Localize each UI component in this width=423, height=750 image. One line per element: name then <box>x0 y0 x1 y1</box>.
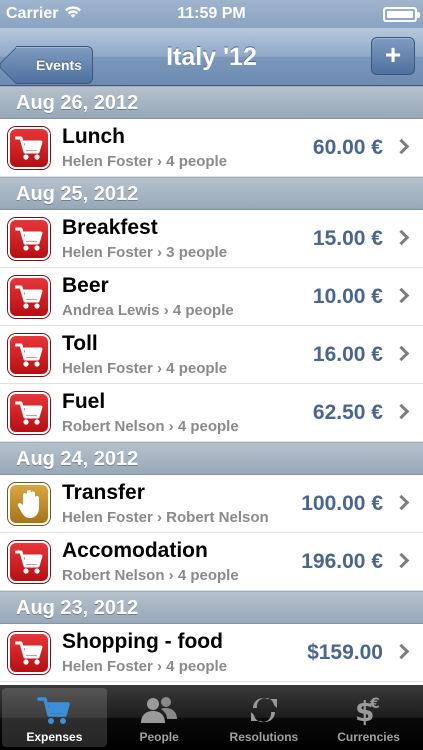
expense-row[interactable]: Toll Helen Foster › 4 people 16.00 € <box>0 326 423 384</box>
tab-bar: Expenses People Resolutions $ € Currencies <box>0 685 423 750</box>
expense-row[interactable]: Lunch Helen Foster › 4 people 60.00 € <box>0 119 423 177</box>
cart-icon <box>8 541 50 583</box>
chevron-right-icon <box>393 287 410 304</box>
chevron-right-icon <box>393 643 410 660</box>
tab-label: Currencies <box>337 730 400 744</box>
svg-text:€: € <box>369 696 380 712</box>
section-header-date: Aug 26, 2012 <box>0 86 423 119</box>
expense-subtitle: Helen Foster › 4 people <box>62 153 228 170</box>
add-expense-button[interactable]: + <box>371 37 415 75</box>
back-button-events[interactable]: Events <box>16 46 93 84</box>
expense-amount: 10.00 € <box>312 285 383 308</box>
expense-amount: 100.00 € <box>301 492 383 515</box>
cart-icon <box>8 218 50 260</box>
expense-subtitle: Andrea Lewis › 4 people <box>62 302 234 319</box>
expense-row[interactable]: Fuel Robert Nelson › 4 people 62.50 € <box>0 384 423 442</box>
expense-title: Transfer <box>62 481 145 504</box>
expense-title: Toll <box>62 332 98 355</box>
status-bar: Carrier 11:59 PM <box>0 0 423 28</box>
chevron-right-icon <box>393 138 410 155</box>
expense-amount: 16.00 € <box>312 343 383 366</box>
tab-expenses[interactable]: Expenses <box>2 688 107 747</box>
tab-label: People <box>139 730 179 744</box>
hand-icon <box>8 483 50 525</box>
tab-label: Resolutions <box>229 730 299 744</box>
expense-amount: $159.00 <box>307 641 383 664</box>
expense-amount: 196.00 € <box>301 550 383 573</box>
expense-title: Accomodation <box>62 539 208 562</box>
wifi-icon <box>64 5 82 24</box>
tab-label: Expenses <box>26 730 83 744</box>
navigation-bar: Events Italy '12 + <box>0 28 423 86</box>
expense-title: Beer <box>62 274 109 297</box>
expense-subtitle: Helen Foster › 4 people <box>62 658 228 675</box>
cart-icon <box>8 392 50 434</box>
expense-row[interactable]: Shopping - food Helen Foster › 4 people $1… <box>0 624 423 682</box>
expense-subtitle: Robert Nelson › 4 people <box>62 418 239 435</box>
battery-icon <box>383 6 420 22</box>
cart-icon <box>8 334 50 376</box>
expense-subtitle: Robert Nelson › 4 people <box>62 567 239 584</box>
arrows-icon <box>249 692 279 728</box>
section-header-date: Aug 25, 2012 <box>0 177 423 210</box>
chevron-right-icon <box>393 403 410 420</box>
expense-subtitle: Helen Foster › 3 people <box>62 244 228 261</box>
tab-resolutions[interactable]: Resolutions <box>212 688 317 747</box>
expense-title: Shopping - food <box>62 630 223 653</box>
tab-people[interactable]: People <box>107 688 212 747</box>
expense-subtitle: Helen Foster › Robert Nelson <box>62 509 269 526</box>
currency-icon: $ € <box>352 692 386 728</box>
expense-amount: 15.00 € <box>312 227 383 250</box>
people-icon <box>139 692 179 728</box>
expense-amount: 60.00 € <box>312 136 383 159</box>
cart-icon <box>37 692 71 728</box>
expense-title: Fuel <box>62 390 106 413</box>
expense-list[interactable]: Aug 26, 2012 Lunch Helen Foster › 4 people… <box>0 86 423 685</box>
expense-row[interactable]: Accomodation Robert Nelson › 4 people 196.… <box>0 533 423 591</box>
expense-row[interactable]: Beer Andrea Lewis › 4 people 10.00 € <box>0 268 423 326</box>
cart-icon <box>8 127 50 169</box>
chevron-right-icon <box>393 494 410 511</box>
tab-currencies[interactable]: $ € Currencies <box>316 688 421 747</box>
expense-amount: 62.50 € <box>312 401 383 424</box>
carrier-info: Carrier <box>6 5 82 24</box>
battery-fill <box>387 10 413 18</box>
section-header-date: Aug 23, 2012 <box>0 591 423 624</box>
expense-row[interactable]: Breakfest Helen Foster › 3 people 15.00 € <box>0 210 423 268</box>
expense-title: Lunch <box>62 125 125 148</box>
expense-subtitle: Helen Foster › 4 people <box>62 360 228 377</box>
expense-title: Breakfest <box>62 216 158 239</box>
cart-icon <box>8 276 50 318</box>
chevron-right-icon <box>393 229 410 246</box>
section-header-date: Aug 24, 2012 <box>0 442 423 475</box>
chevron-right-icon <box>393 552 410 569</box>
cart-icon <box>8 632 50 674</box>
chevron-right-icon <box>393 345 410 362</box>
expense-row[interactable]: Transfer Helen Foster › Robert Nelson 100.… <box>0 475 423 533</box>
carrier-label: Carrier <box>6 5 59 22</box>
